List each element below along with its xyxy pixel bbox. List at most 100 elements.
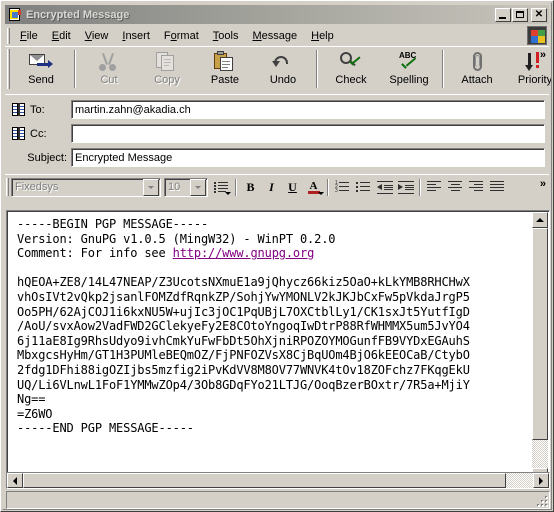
align-right-icon: [469, 181, 484, 193]
menu-item-edit[interactable]: Edit: [45, 28, 78, 44]
vertical-scrollbar[interactable]: [532, 212, 548, 484]
pgp-begin-marker: -----BEGIN PGP MESSAGE-----: [17, 217, 209, 231]
gnupg-url-link[interactable]: http://www.gnupg.org: [173, 246, 315, 260]
horizontal-scrollbar[interactable]: [6, 472, 550, 489]
window-client-area: Encrypted Message ✕ FFileile Edit View I…: [2, 2, 552, 510]
toolbar-drag-grip[interactable]: [7, 49, 10, 89]
scroll-right-button[interactable]: [533, 473, 549, 488]
pgp-end-marker: -----END PGP MESSAGE-----: [17, 421, 194, 436]
cc-select-recipients-button[interactable]: Cc:: [9, 127, 71, 140]
to-select-recipients-button[interactable]: To:: [9, 103, 71, 116]
italic-button[interactable]: I: [261, 177, 282, 197]
vertical-scroll-track[interactable]: [532, 228, 548, 468]
numbered-list-button[interactable]: 1 2 3: [332, 177, 353, 197]
font-name-dropdown-arrow[interactable]: [143, 178, 159, 196]
to-input[interactable]: martin.zahn@akadia.ch: [71, 100, 545, 119]
bold-button[interactable]: B: [240, 177, 261, 197]
title-bar[interactable]: Encrypted Message ✕: [5, 5, 549, 24]
attach-button[interactable]: Attach: [448, 48, 506, 90]
underline-icon: U: [288, 180, 297, 194]
align-left-button[interactable]: [424, 177, 445, 197]
maximize-button[interactable]: [512, 7, 528, 22]
bulleted-list-button[interactable]: [353, 177, 374, 197]
resize-grip[interactable]: [535, 494, 548, 507]
bold-icon: B: [246, 180, 255, 194]
chevron-down-icon: [318, 192, 324, 195]
copy-sheets-icon: [154, 51, 180, 73]
pgp-payload-line: hQEOA+ZE8/14L47NEAP/Z3UcotsNXmuE1a9jQhyc…: [17, 275, 470, 290]
message-body-text[interactable]: -----BEGIN PGP MESSAGE----- Version: GnuP…: [17, 217, 517, 436]
paste-button[interactable]: Paste: [196, 48, 254, 90]
menu-item-format[interactable]: Format: [157, 28, 206, 44]
pgp-payload-line: vhOsIVt2vQkp2jsanlFOMZdfRqnkZP/SohjYwYMO…: [17, 289, 470, 304]
cut-button[interactable]: Cut: [80, 48, 138, 90]
underline-button[interactable]: U: [282, 177, 303, 197]
subject-row: Subject: Encrypted Message: [9, 147, 545, 168]
align-right-button[interactable]: [466, 177, 487, 197]
horizontal-scroll-thumb[interactable]: [23, 473, 506, 488]
vertical-scroll-thumb[interactable]: [532, 228, 548, 440]
window-controls: ✕: [494, 7, 547, 22]
toolbar-overflow-button[interactable]: »: [540, 49, 546, 61]
send-envelope-icon: [28, 51, 54, 73]
spelling-button[interactable]: ABC Spelling: [380, 48, 438, 90]
align-center-button[interactable]: [445, 177, 466, 197]
subject-input[interactable]: Encrypted Message: [71, 148, 545, 167]
font-name-value: Fixedsys: [15, 181, 59, 193]
menu-item-insert[interactable]: Insert: [115, 28, 157, 44]
menu-item-view[interactable]: View: [78, 28, 116, 44]
undo-button[interactable]: Undo: [254, 48, 312, 90]
formatbar-drag-grip[interactable]: [6, 178, 9, 196]
toolbar-separator: [316, 50, 318, 88]
pgp-comment-prefix: Comment: For info see: [17, 246, 173, 261]
pgp-comment-line: Comment: For info see http://www.gnupg.o…: [17, 246, 517, 261]
menu-drag-grip[interactable]: [7, 27, 10, 44]
formatbar-overflow-button[interactable]: »: [540, 178, 546, 190]
scroll-up-button[interactable]: [532, 212, 548, 228]
cc-input[interactable]: [71, 124, 545, 143]
copy-button[interactable]: Copy: [138, 48, 196, 90]
close-button[interactable]: ✕: [531, 7, 547, 22]
subject-label: Subject:: [27, 151, 67, 164]
font-size-value: 10: [168, 181, 181, 193]
align-left-icon: [427, 181, 442, 193]
body-blank-line: [17, 261, 517, 276]
font-color-button[interactable]: A: [303, 177, 324, 197]
main-toolbar: Send Cut Copy Paste Undo Check ABC Spell…: [5, 46, 551, 92]
increase-indent-button[interactable]: [395, 177, 416, 197]
scissors-icon: [96, 51, 122, 73]
toolbar-separator: [74, 50, 76, 88]
formatting-toolbar: Fixedsys 10 B I U A 1 2 3 »: [5, 174, 549, 199]
send-button[interactable]: Send: [12, 48, 70, 90]
status-bar: [6, 491, 550, 509]
menu-item-tools[interactable]: Tools: [206, 28, 246, 44]
subject-value: Encrypted Message: [75, 151, 173, 164]
check-names-button[interactable]: Check: [322, 48, 380, 90]
pgp-payload-line: Oo5PH/62AjCOJ1i6kxNU5W+ujIc3jOC1PqUBjL7O…: [17, 304, 470, 319]
menu-item-message[interactable]: Message: [245, 28, 304, 44]
spelling-abc-icon: ABC: [396, 51, 422, 73]
decrease-indent-button[interactable]: [374, 177, 395, 197]
message-headers: To: martin.zahn@akadia.ch Cc: Subject: E…: [5, 94, 549, 171]
font-size-dropdown-arrow[interactable]: [190, 178, 206, 196]
scroll-left-button[interactable]: [7, 473, 23, 488]
cc-row: Cc:: [9, 123, 545, 144]
italic-icon: I: [269, 180, 274, 194]
arrow-up-icon: [536, 218, 544, 222]
paperclip-icon: [464, 51, 490, 73]
menu-item-help[interactable]: Help: [304, 28, 341, 44]
minimize-button[interactable]: [495, 7, 511, 22]
paragraph-style-button[interactable]: [211, 177, 232, 197]
subject-label-wrap: Subject:: [9, 152, 71, 164]
font-size-combo[interactable]: 10: [164, 177, 208, 197]
font-name-combo[interactable]: Fixedsys: [11, 177, 161, 197]
address-book-icon: [11, 127, 26, 140]
align-center-icon: [448, 181, 463, 193]
pgp-payload-line: Ng==: [17, 392, 46, 407]
menu-item-file[interactable]: FFileile: [13, 28, 45, 44]
undo-arrow-icon: [270, 51, 296, 73]
window-title: Encrypted Message: [26, 8, 130, 21]
horizontal-scroll-track[interactable]: [23, 473, 533, 488]
pgp-payload-line: UQ/Li6VLnwL1FoF1YMMwZOp4/3Ob8GDqFYo21LTJ…: [17, 377, 470, 392]
justify-button[interactable]: [487, 177, 508, 197]
